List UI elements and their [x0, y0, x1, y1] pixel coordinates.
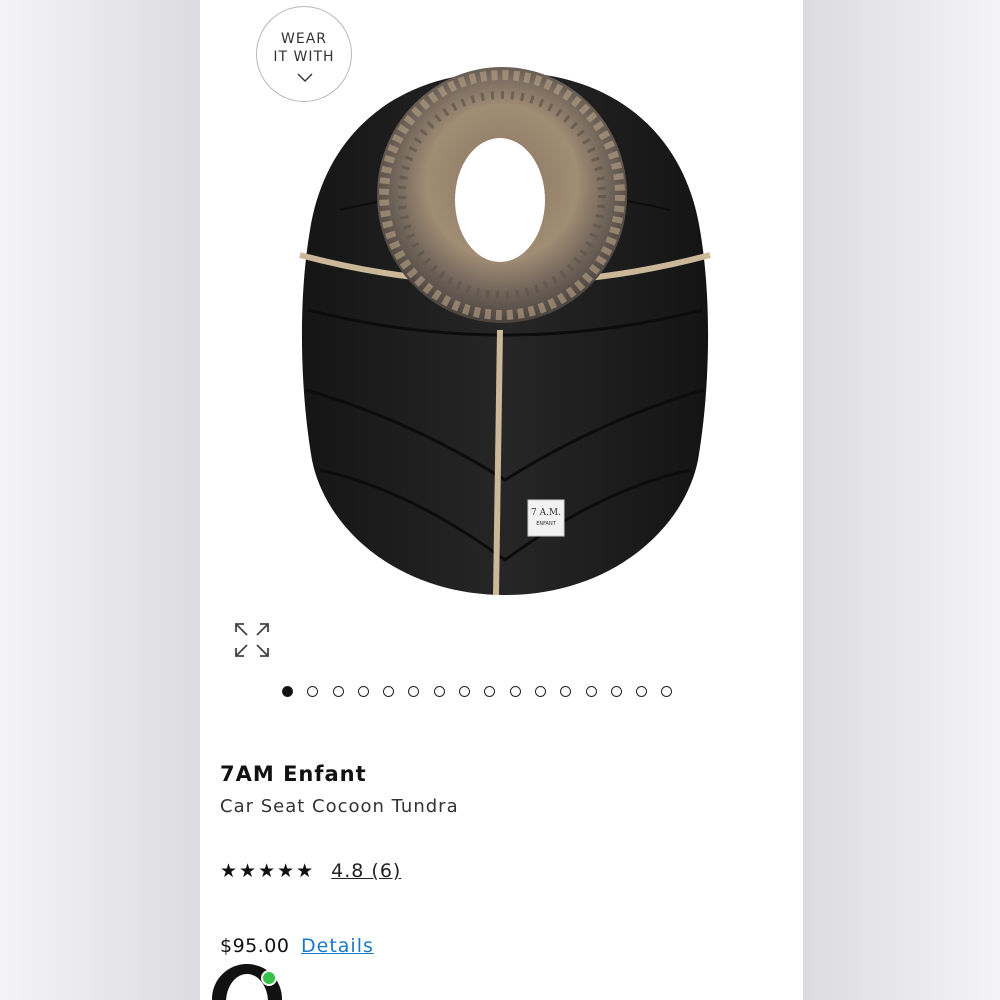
rating-stars: ★★★★★ — [220, 860, 316, 882]
product-image[interactable]: 7 A.M. ENFANT — [280, 60, 730, 620]
gallery-dot[interactable] — [636, 686, 648, 697]
svg-text:ENFANT: ENFANT — [536, 521, 556, 527]
gallery-dot[interactable] — [534, 686, 546, 697]
background-left — [0, 0, 200, 1000]
gallery-dot[interactable] — [484, 686, 496, 697]
price-details-link[interactable]: Details — [301, 935, 374, 957]
gallery-dot[interactable] — [661, 686, 673, 697]
product-price: $95.00 — [220, 935, 290, 957]
gallery-dot[interactable] — [307, 686, 319, 697]
gallery-pagination — [282, 686, 673, 702]
product-rating: ★★★★★ 4.8 (6) — [220, 860, 401, 882]
online-status-indicator — [261, 970, 277, 986]
wear-it-with-line1: WEAR — [281, 31, 327, 47]
gallery-dot[interactable] — [610, 686, 622, 697]
gallery-dot[interactable] — [433, 686, 445, 697]
product-page: WEAR IT WITH 7 A.M. ENFANT 7AM Enfant Ca… — [200, 0, 803, 1000]
background-right — [803, 0, 1000, 1000]
gallery-dot[interactable] — [459, 686, 471, 697]
gallery-dot[interactable] — [357, 686, 369, 697]
gallery-dot[interactable] — [332, 686, 344, 697]
product-name: Car Seat Cocoon Tundra — [220, 796, 459, 817]
gallery-dot[interactable] — [282, 686, 293, 697]
gallery-dot[interactable] — [560, 686, 572, 697]
expand-icon[interactable] — [232, 620, 272, 660]
product-brand[interactable]: 7AM Enfant — [220, 762, 367, 786]
gallery-dot[interactable] — [509, 686, 521, 697]
rating-reviews-link[interactable]: 4.8 (6) — [331, 860, 401, 882]
brand-label-patch: 7 A.M. — [531, 508, 561, 518]
chevron-down-icon — [297, 73, 313, 82]
gallery-dot[interactable] — [408, 686, 420, 697]
wear-it-with-line2: IT WITH — [273, 49, 335, 65]
wear-it-with-button[interactable]: WEAR IT WITH — [256, 6, 352, 102]
gallery-dot[interactable] — [585, 686, 597, 697]
gallery-dot[interactable] — [383, 686, 395, 697]
